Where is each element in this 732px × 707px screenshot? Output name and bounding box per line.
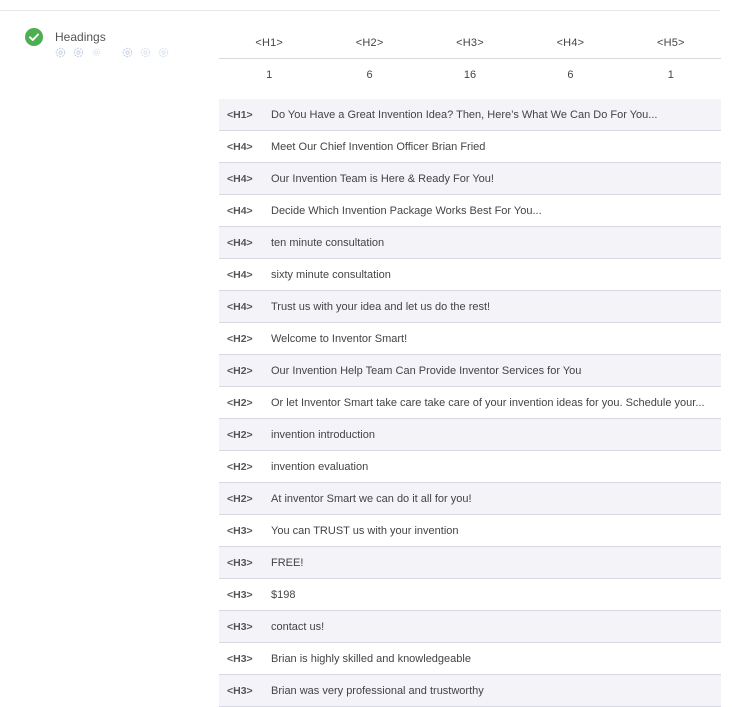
heading-text: $198: [271, 588, 296, 601]
count-h4: 6: [567, 69, 574, 81]
list-item: <H1> Do You Have a Great Invention Idea? …: [219, 99, 721, 131]
list-item: <H4> Meet Our Chief Invention Officer Bri…: [219, 131, 721, 163]
heading-text: Brian was very professional and trustwor…: [271, 684, 484, 697]
heading-tag: <H4>: [227, 236, 253, 249]
list-item: <H4> ten minute consultation: [219, 227, 721, 259]
heading-tag: <H1>: [227, 108, 253, 121]
heading-text: You can TRUST us with your invention: [271, 524, 459, 537]
list-item: <H4> Decide Which Invention Package Works…: [219, 195, 721, 227]
header-h2: <H2>: [355, 37, 384, 49]
heading-tag: <H2>: [227, 428, 253, 441]
heading-text: invention evaluation: [271, 460, 369, 473]
list-item: <H4> sixty minute consultation: [219, 259, 721, 291]
heading-text: At inventor Smart we can do it all for y…: [271, 492, 472, 505]
heading-tag: <H3>: [227, 684, 253, 697]
gear-icon[interactable]: [73, 47, 84, 58]
header-h4: <H4>: [556, 37, 585, 49]
heading-text: Our Invention Help Team Can Provide Inve…: [271, 364, 582, 377]
list-item: <H2> invention introduction: [219, 419, 721, 451]
heading-text: ten minute consultation: [271, 236, 385, 249]
list-item: <H4> Trust us with your idea and let us d…: [219, 291, 721, 323]
heading-tag: <H2>: [227, 460, 253, 473]
heading-tag: <H3>: [227, 556, 253, 569]
heading-tag: <H4>: [227, 300, 253, 313]
count-h5: 1: [667, 69, 674, 81]
list-item: <H2> Welcome to Inventor Smart!: [219, 323, 721, 355]
heading-text: sixty minute consultation: [271, 268, 391, 281]
heading-count-values-row: 1 6 16 6 1: [219, 59, 721, 91]
heading-tag: <H2>: [227, 396, 253, 409]
heading-tag: <H4>: [227, 268, 253, 281]
heading-tag: <H3>: [227, 620, 253, 633]
count-h3: 16: [463, 69, 477, 81]
gear-icon[interactable]: [140, 47, 151, 58]
heading-tag: <H3>: [227, 652, 253, 665]
heading-text: Do You Have a Great Invention Idea? Then…: [271, 108, 658, 121]
top-divider: [0, 10, 720, 11]
check-circle-icon: [25, 28, 43, 46]
headings-label: Headings: [55, 30, 106, 44]
heading-tag: <H2>: [227, 492, 253, 505]
count-h1: 1: [266, 69, 273, 81]
heading-text: Our Invention Team is Here & Ready For Y…: [271, 172, 494, 185]
heading-text: Brian is highly skilled and knowledgeabl…: [271, 652, 471, 665]
heading-count-table: <H1> <H2> <H3> <H4> <H5> 1 6 16 6 1: [219, 34, 721, 91]
heading-text: invention introduction: [271, 428, 375, 441]
list-item: <H2> Or let Inventor Smart take care take…: [219, 387, 721, 419]
headings-list: <H1> Do You Have a Great Invention Idea? …: [219, 99, 721, 707]
heading-count-header-row: <H1> <H2> <H3> <H4> <H5>: [219, 34, 721, 59]
gear-icon[interactable]: [158, 47, 169, 58]
list-item: <H3> $198: [219, 579, 721, 611]
heading-tag: <H2>: [227, 364, 253, 377]
list-item: <H2> invention evaluation: [219, 451, 721, 483]
list-item: <H2> At inventor Smart we can do it all f…: [219, 483, 721, 515]
list-item: <H2> Our Invention Help Team Can Provide …: [219, 355, 721, 387]
list-item: <H3> Brian was very professional and trus…: [219, 675, 721, 707]
heading-text: Meet Our Chief Invention Officer Brian F…: [271, 140, 486, 153]
heading-text: Trust us with your idea and let us do th…: [271, 300, 491, 313]
gear-icon[interactable]: [55, 47, 66, 58]
heading-tag: <H3>: [227, 588, 253, 601]
heading-tag: <H4>: [227, 140, 253, 153]
heading-text: Decide Which Invention Package Works Bes…: [271, 204, 542, 217]
heading-tag: <H4>: [227, 172, 253, 185]
heading-tag: <H3>: [227, 524, 253, 537]
heading-text: contact us!: [271, 620, 325, 633]
gear-icon[interactable]: [92, 48, 101, 57]
header-h1: <H1>: [255, 37, 284, 49]
header-h5: <H5>: [656, 37, 685, 49]
heading-text: Welcome to Inventor Smart!: [271, 332, 408, 345]
header-h3: <H3>: [456, 37, 484, 49]
heading-text: FREE!: [271, 556, 304, 569]
list-item: <H3> You can TRUST us with your invention: [219, 515, 721, 547]
list-item: <H3> contact us!: [219, 611, 721, 643]
heading-tag: <H4>: [227, 204, 253, 217]
gear-icon[interactable]: [122, 47, 133, 58]
list-item: <H3> FREE!: [219, 547, 721, 579]
list-item: <H4> Our Invention Team is Here & Ready F…: [219, 163, 721, 195]
heading-tag: <H2>: [227, 332, 253, 345]
list-item: <H3> Brian is highly skilled and knowledg…: [219, 643, 721, 675]
count-h2: 6: [366, 69, 373, 81]
heading-text: Or let Inventor Smart take care take car…: [271, 396, 705, 409]
